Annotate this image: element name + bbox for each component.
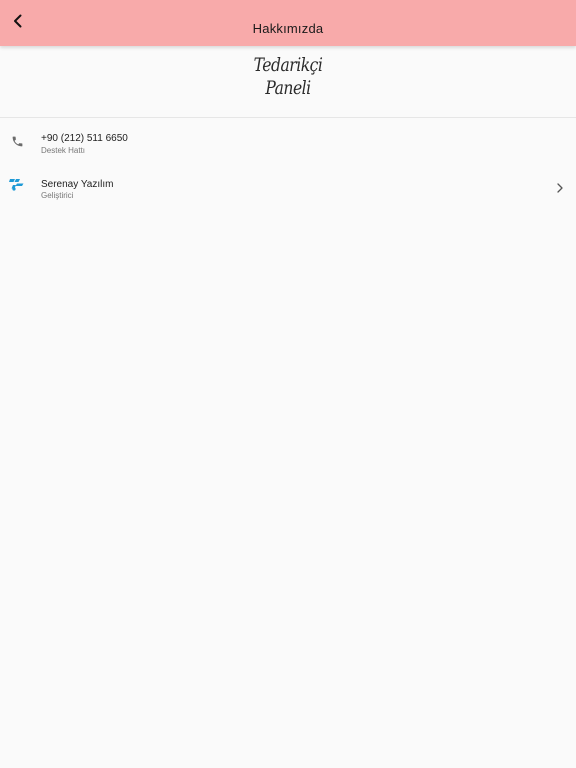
logo-line-1: Tedarikçi bbox=[253, 54, 323, 76]
phone-icon bbox=[8, 132, 26, 150]
app-bar: Hakkımızda bbox=[0, 0, 576, 46]
developer-name: Serenay Yazılım bbox=[41, 179, 114, 190]
list-item-support-phone[interactable]: +90 (212) 511 6650 Destek Hattı bbox=[0, 118, 576, 168]
developer-label: Geliştirici bbox=[41, 191, 74, 200]
logo-line-2: Paneli bbox=[265, 77, 311, 99]
developer-logo-icon bbox=[8, 175, 26, 193]
support-phone-label: Destek Hattı bbox=[41, 146, 86, 155]
logo-area: Tedarikçi Paneli bbox=[0, 46, 576, 118]
list-item-developer[interactable]: Serenay Yazılım Geliştirici bbox=[0, 167, 576, 216]
chevron-right-icon bbox=[554, 181, 566, 195]
support-phone-number: +90 (212) 511 6650 bbox=[41, 133, 128, 144]
page-title: Hakkımızda bbox=[252, 21, 324, 36]
app-logo: Tedarikçi Paneli bbox=[52, 54, 524, 100]
